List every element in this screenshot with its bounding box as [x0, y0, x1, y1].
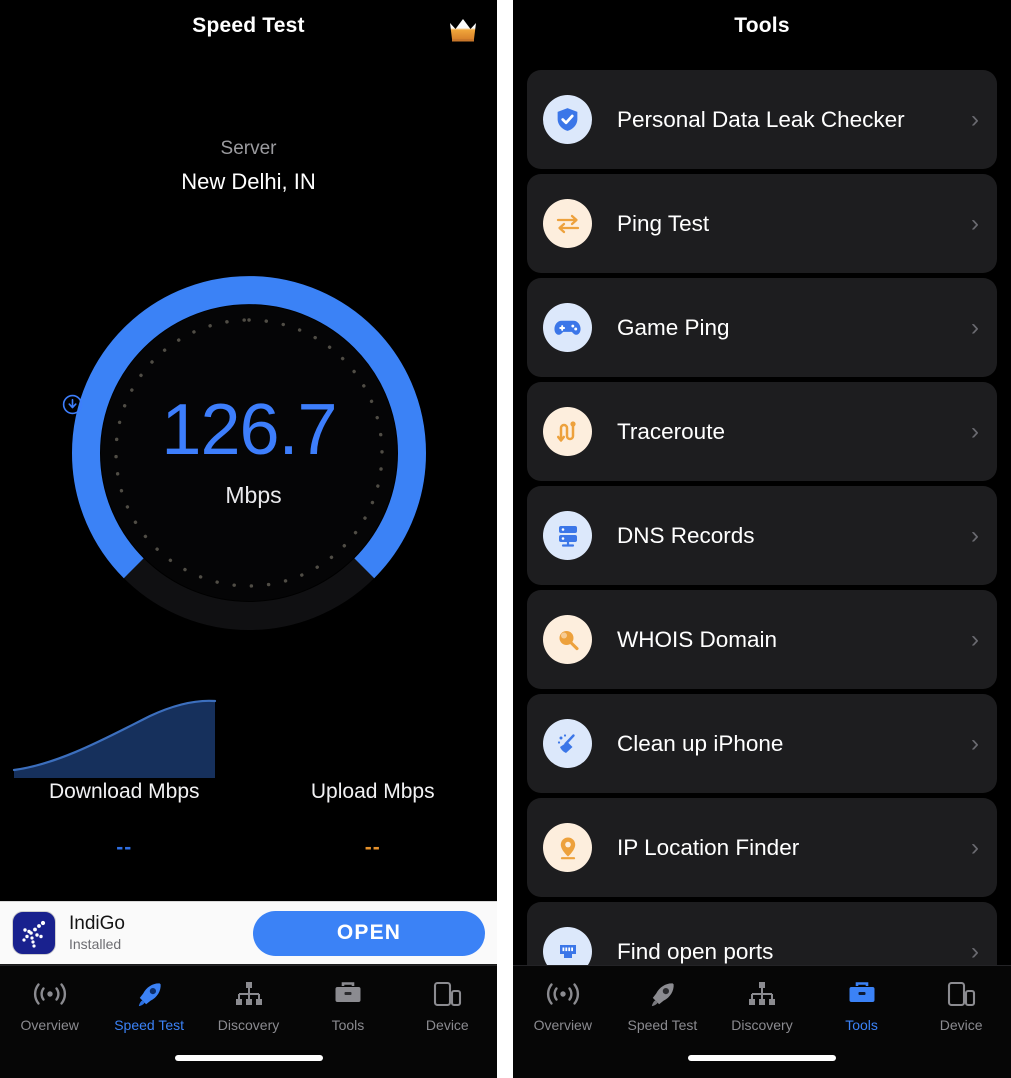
magnifier-icon	[543, 615, 592, 664]
toolbox-icon	[298, 977, 397, 1011]
server-rack-icon	[543, 511, 592, 560]
tab-overview-label: Overview	[20, 1017, 79, 1033]
tab-tools-label: Tools	[331, 1017, 365, 1033]
dual-screenshot: Speed Test Server New Delhi, IN 126.7 Mb…	[0, 0, 1011, 1078]
tool-label: Find open ports	[617, 938, 774, 964]
tool-row[interactable]: WHOIS Domain ›	[527, 590, 997, 689]
broom-icon	[543, 719, 592, 768]
crown-icon[interactable]	[443, 12, 483, 46]
tab-tools-label: Tools	[845, 1017, 878, 1033]
network-tree-icon	[712, 977, 812, 1011]
tab-speed-test[interactable]: Speed Test	[613, 977, 713, 1033]
page-title: Tools	[734, 14, 790, 37]
tool-label: Clean up iPhone	[617, 730, 784, 756]
tab-overview[interactable]: Overview	[0, 977, 99, 1033]
chevron-right-icon: ›	[971, 937, 979, 965]
chevron-right-icon: ›	[971, 417, 979, 445]
signal-waves-icon	[0, 977, 99, 1011]
ad-app-status: Installed	[69, 935, 122, 952]
home-indicator	[174, 1055, 323, 1061]
tab-bar-left: Overview Speed Test Discovery Tools Devi…	[0, 965, 497, 1078]
devices-icon	[398, 977, 497, 1011]
speed-gauge[interactable]: 126.7 Mbps	[62, 266, 436, 640]
tool-label: Game Ping	[617, 314, 730, 340]
gauge-value: 126.7	[161, 390, 337, 470]
download-result: Download Mbps --	[0, 780, 249, 860]
tab-bar-right: Overview Speed Test Discovery Tools Devi…	[513, 965, 1011, 1078]
ad-app-name: IndiGo	[69, 913, 125, 935]
tab-discovery[interactable]: Discovery	[712, 977, 812, 1033]
upload-label: Upload Mbps	[310, 780, 435, 803]
gauge-unit: Mbps	[225, 482, 282, 508]
tools-screen: Tools Personal Data Leak Checker › Ping Te…	[513, 0, 1011, 1078]
devices-icon	[911, 977, 1011, 1011]
tab-speed-test-label: Speed Test	[627, 1017, 698, 1033]
ad-text-block: IndiGo Installed	[69, 914, 253, 952]
home-indicator	[688, 1055, 836, 1061]
arrows-exchange-icon	[543, 199, 592, 248]
tool-row[interactable]: Personal Data Leak Checker ›	[527, 70, 997, 169]
results-summary: Download Mbps -- Upload Mbps --	[0, 780, 497, 860]
download-area-chart	[0, 690, 497, 782]
chevron-right-icon: ›	[971, 625, 979, 653]
tool-row[interactable]: IP Location Finder ›	[527, 798, 997, 897]
gauge-readout: 126.7 Mbps	[62, 394, 436, 509]
chart-fill	[14, 700, 215, 778]
network-tree-icon	[199, 977, 298, 1011]
tab-speed-test-label: Speed Test	[114, 1017, 184, 1033]
tab-device-label: Device	[425, 1017, 469, 1033]
tool-row[interactable]: DNS Records ›	[527, 486, 997, 585]
gamepad-icon	[543, 303, 592, 352]
signal-waves-icon	[513, 977, 613, 1011]
download-value: --	[116, 836, 133, 859]
ad-open-button[interactable]: OPEN	[253, 910, 485, 956]
route-zigzag-icon	[543, 407, 592, 456]
tool-row[interactable]: Game Ping ›	[527, 278, 997, 377]
chevron-right-icon: ›	[971, 105, 979, 133]
tab-tools[interactable]: Tools	[812, 977, 912, 1033]
tool-label: IP Location Finder	[617, 834, 800, 860]
indigo-app-icon	[12, 911, 56, 955]
screen-separator	[497, 0, 513, 1078]
tool-label: Personal Data Leak Checker	[617, 106, 905, 132]
chevron-right-icon: ›	[971, 313, 979, 341]
tool-label: WHOIS Domain	[617, 626, 778, 652]
tab-discovery-label: Discovery	[731, 1017, 793, 1033]
tab-discovery-label: Discovery	[217, 1017, 280, 1033]
tab-discovery[interactable]: Discovery	[199, 977, 298, 1033]
tab-tools[interactable]: Tools	[298, 977, 397, 1033]
tool-row[interactable]: Clean up iPhone ›	[527, 694, 997, 793]
tool-row[interactable]: Ping Test ›	[527, 174, 997, 273]
tab-speed-test[interactable]: Speed Test	[99, 977, 198, 1033]
shield-check-icon	[543, 95, 592, 144]
tools-list: Personal Data Leak Checker › Ping Test › Gam…	[513, 70, 1011, 1006]
server-value: New Delhi, IN	[181, 169, 316, 194]
chevron-right-icon: ›	[971, 729, 979, 757]
tab-device-label: Device	[939, 1017, 983, 1033]
server-label: Server	[220, 138, 277, 159]
chevron-right-icon: ›	[971, 209, 979, 237]
speed-test-screen: Speed Test Server New Delhi, IN 126.7 Mb…	[0, 0, 497, 1078]
page-title: Speed Test	[192, 14, 305, 37]
chevron-right-icon: ›	[971, 833, 979, 861]
upload-value: --	[364, 836, 381, 859]
server-info[interactable]: Server New Delhi, IN	[0, 138, 497, 195]
tab-overview-label: Overview	[533, 1017, 592, 1033]
tab-device[interactable]: Device	[911, 977, 1011, 1033]
upload-result: Upload Mbps --	[249, 780, 498, 860]
tool-label: Ping Test	[617, 210, 710, 236]
tab-device[interactable]: Device	[398, 977, 497, 1033]
tab-overview[interactable]: Overview	[513, 977, 613, 1033]
rocket-icon	[99, 977, 198, 1011]
app-ad-banner[interactable]: IndiGo Installed OPEN	[0, 901, 497, 965]
chevron-right-icon: ›	[971, 521, 979, 549]
rocket-icon	[613, 977, 713, 1011]
map-pin-icon	[543, 823, 592, 872]
download-label: Download Mbps	[48, 780, 200, 803]
tool-row[interactable]: Traceroute ›	[527, 382, 997, 481]
tool-label: DNS Records	[617, 522, 755, 548]
toolbox-icon	[812, 977, 912, 1011]
tool-label: Traceroute	[617, 418, 725, 444]
